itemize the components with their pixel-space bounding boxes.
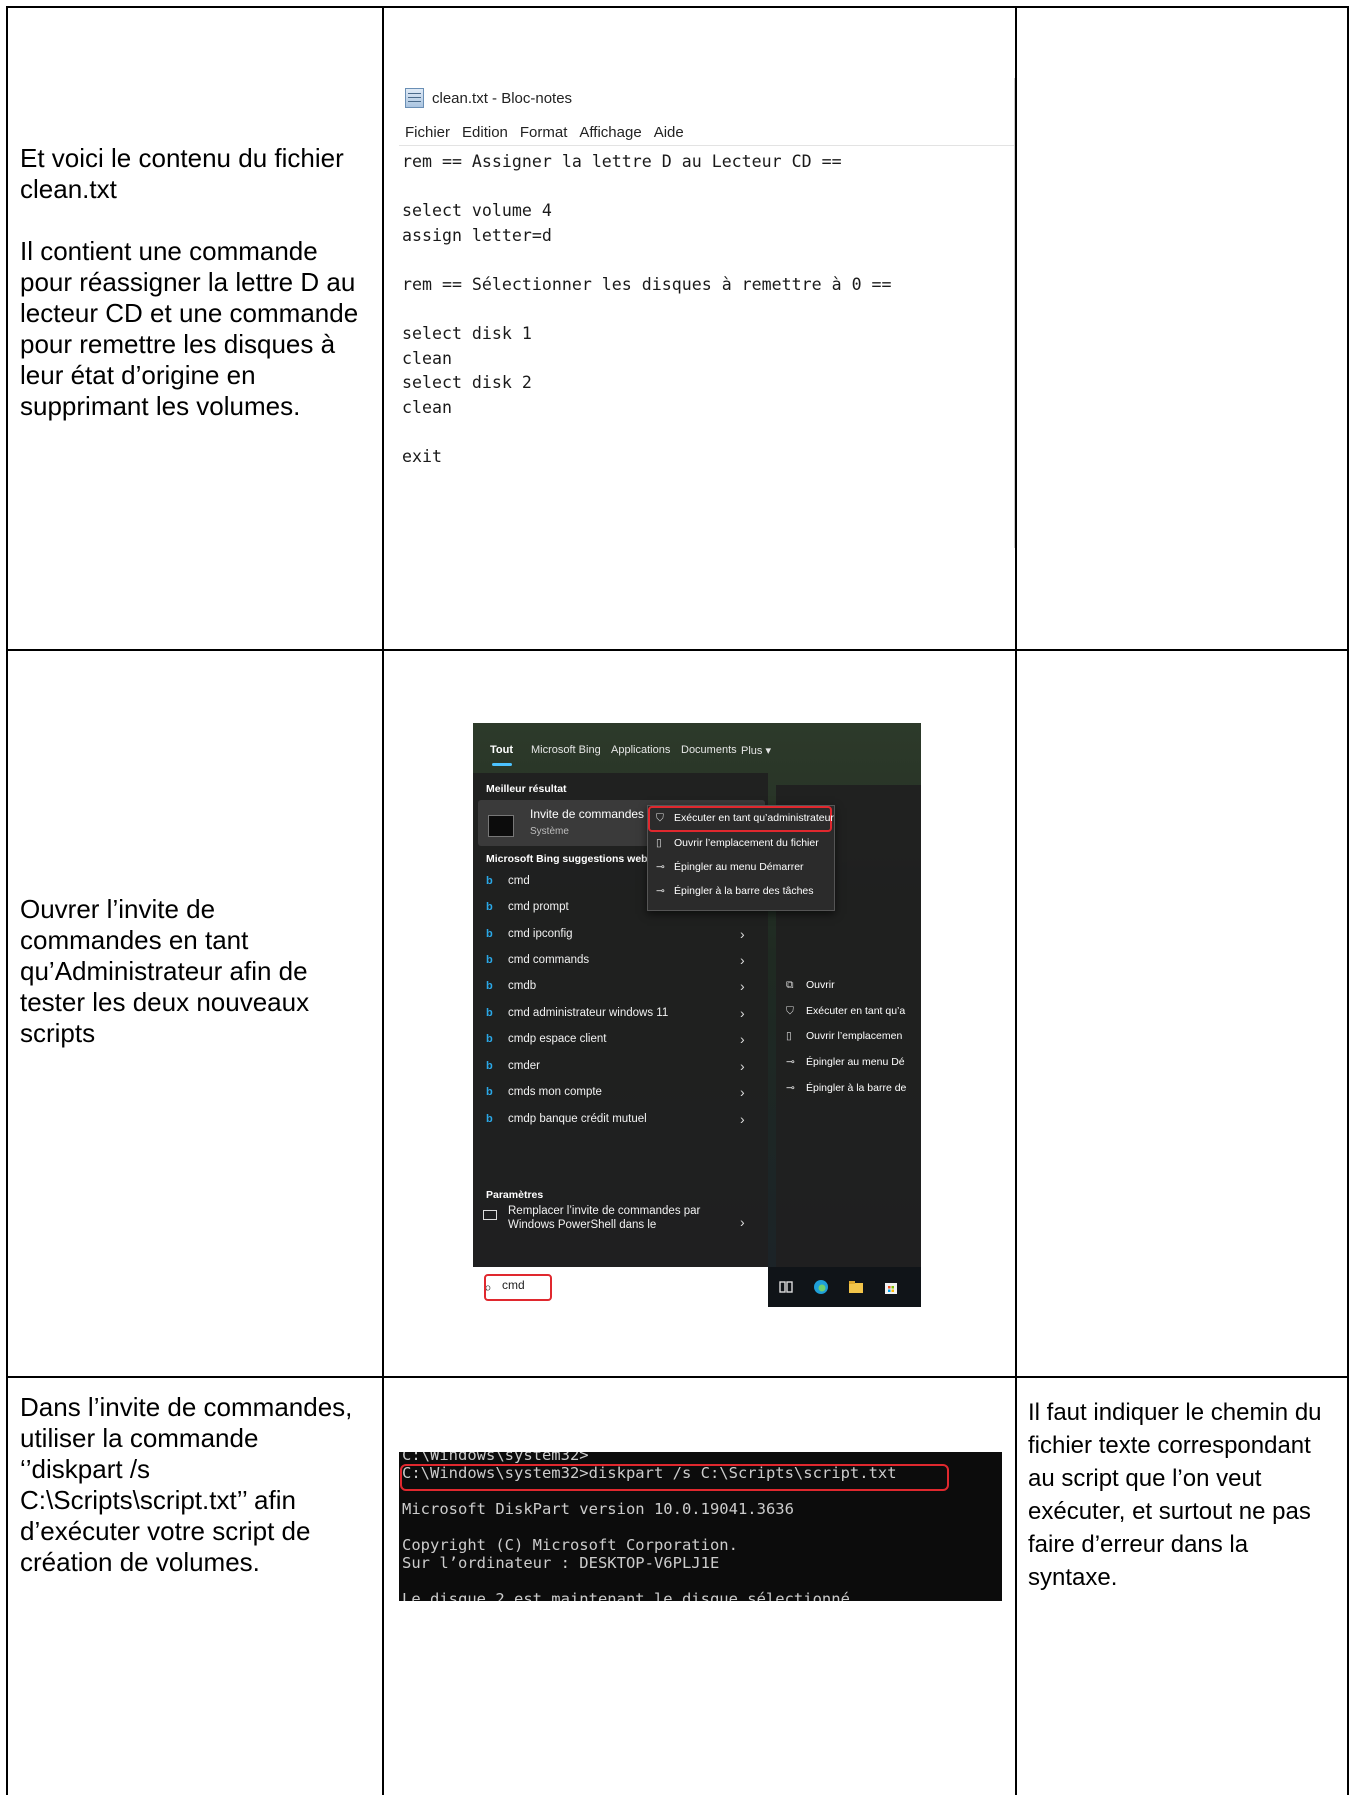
- cmd-app-icon: [488, 815, 514, 837]
- suggestion-item[interactable]: b cmdb ›: [473, 975, 768, 1001]
- notepad-titlebar: clean.txt - Bloc-notes: [405, 88, 572, 108]
- bing-icon: b: [486, 1060, 493, 1072]
- context-menu: ⛉ Exécuter en tant qu’administrateur ▯ Ouv…: [647, 805, 835, 911]
- settings-heading: Paramètres: [486, 1189, 544, 1201]
- bing-icon: b: [486, 901, 493, 913]
- details-open-location[interactable]: ▯ Ouvrir l’emplacemen: [786, 1030, 921, 1042]
- task-view-icon[interactable]: [778, 1279, 794, 1295]
- bing-icon: b: [486, 1086, 493, 1098]
- bing-icon: b: [486, 980, 493, 992]
- store-icon[interactable]: [883, 1279, 899, 1295]
- search-tabs: Tout Microsoft Bing Applications Documen…: [473, 723, 921, 773]
- row1-instruction-line2: Il contient une commande pour réassigner…: [20, 236, 359, 421]
- tab-microsoft-bing[interactable]: Microsoft Bing: [531, 744, 601, 756]
- folder-location-icon: ▯: [656, 837, 662, 849]
- suggestion-item[interactable]: b cmdp espace client ›: [473, 1028, 768, 1054]
- notepad-icon: [405, 88, 424, 108]
- cmd-window: C:\Windows\system32> C:\Windows\system32…: [399, 1452, 1002, 1601]
- taskbar: [768, 1267, 921, 1307]
- menu-fichier[interactable]: Fichier: [405, 124, 450, 141]
- best-match-heading: Meilleur résultat: [486, 783, 567, 795]
- row1-instruction: Et voici le contenu du fichier clean.txt…: [20, 143, 365, 422]
- ctx-run-as-admin[interactable]: ⛉ Exécuter en tant qu’administrateur: [656, 812, 834, 832]
- chevron-right-icon: ›: [740, 1005, 745, 1021]
- chevron-right-icon: ›: [740, 1031, 745, 1047]
- pin-icon: ⊸: [786, 1056, 795, 1068]
- bing-icon: b: [486, 954, 493, 966]
- settings-item[interactable]: Remplacer l’invite de commandes par Wind…: [473, 1204, 768, 1248]
- ctx-pin-taskbar[interactable]: ⊸ Épingler à la barre des tâches: [656, 885, 834, 905]
- tab-documents[interactable]: Documents: [681, 744, 737, 756]
- notepad-text-area[interactable]: rem == Assigner la lettre D au Lecteur C…: [402, 150, 892, 470]
- chevron-right-icon: ›: [740, 1084, 745, 1100]
- pin-icon: ⊸: [656, 885, 665, 897]
- suggestion-item[interactable]: b cmder ›: [473, 1055, 768, 1081]
- table-border-row1: [6, 649, 1349, 651]
- run-as-admin-icon: ⛉: [786, 1005, 794, 1017]
- search-box[interactable]: ⌕ cmd: [473, 1267, 768, 1307]
- chevron-right-icon: ›: [740, 1214, 745, 1230]
- menu-affichage[interactable]: Affichage: [579, 124, 641, 141]
- notepad-title: clean.txt - Bloc-notes: [432, 89, 573, 107]
- monitor-icon: [483, 1210, 497, 1220]
- details-open[interactable]: ⧉ Ouvrir: [786, 979, 921, 992]
- open-icon: ⧉: [786, 979, 794, 991]
- notepad-window: clean.txt - Bloc-notes Fichier Edition F…: [399, 80, 1014, 550]
- web-suggestions-heading: Microsoft Bing suggestions web: [486, 853, 648, 865]
- suggestion-item[interactable]: b cmdp banque crédit mutuel ›: [473, 1108, 768, 1134]
- details-pin-start[interactable]: ⊸ Épingler au menu Dé: [786, 1056, 921, 1068]
- notepad-menubar: Fichier Edition Format Affichage Aide: [405, 124, 684, 141]
- tab-applications[interactable]: Applications: [611, 744, 670, 756]
- start-menu-search: Tout Microsoft Bing Applications Documen…: [473, 723, 921, 1307]
- chevron-right-icon: ›: [740, 926, 745, 942]
- table-border-left: [6, 6, 8, 1795]
- row3-instruction: Dans l’invite de commandes, utiliser la …: [20, 1392, 353, 1577]
- ctx-pin-start[interactable]: ⊸ Épingler au menu Démarrer: [656, 861, 834, 881]
- bing-icon: b: [486, 928, 493, 940]
- table-border-row2: [6, 1376, 1349, 1378]
- chevron-right-icon: ›: [740, 1111, 745, 1127]
- notepad-right-edge: [1014, 78, 1015, 548]
- table-border-col1: [382, 6, 384, 1795]
- suggestion-item[interactable]: b cmd ipconfig ›: [473, 923, 768, 949]
- bing-icon: b: [486, 1007, 493, 1019]
- table-border-col2: [1015, 6, 1017, 1795]
- row1-instruction-line1: Et voici le contenu du fichier clean.txt: [20, 143, 344, 204]
- chevron-right-icon: ›: [740, 952, 745, 968]
- suggestion-item[interactable]: b cmds mon compte ›: [473, 1081, 768, 1107]
- tab-tout[interactable]: Tout: [490, 744, 513, 756]
- notepad-menu-separator: [399, 145, 1014, 146]
- pin-icon: ⊸: [656, 861, 665, 873]
- file-explorer-icon[interactable]: [848, 1279, 864, 1295]
- cmd-command-highlight: [400, 1464, 949, 1491]
- run-as-admin-icon: ⛉: [656, 812, 664, 824]
- suggestion-item[interactable]: b cmd commands ›: [473, 949, 768, 975]
- menu-format[interactable]: Format: [520, 124, 568, 141]
- best-match-subtitle: Système: [530, 826, 569, 837]
- folder-location-icon: ▯: [786, 1030, 792, 1042]
- ctx-open-location[interactable]: ▯ Ouvrir l’emplacement du fichier: [656, 837, 834, 857]
- tab-plus[interactable]: Plus ▾: [741, 744, 771, 757]
- bing-icon: b: [486, 1033, 493, 1045]
- details-run-as-admin[interactable]: ⛉ Exécuter en tant qu’a: [786, 1005, 921, 1018]
- menu-edition[interactable]: Edition: [462, 124, 508, 141]
- menu-aide[interactable]: Aide: [654, 124, 684, 141]
- bing-icon: b: [486, 1113, 493, 1125]
- bing-icon: b: [486, 875, 493, 887]
- pin-icon: ⊸: [786, 1082, 795, 1094]
- suggestion-item[interactable]: b cmd administrateur windows 11 ›: [473, 1002, 768, 1028]
- table-border-top: [6, 6, 1349, 8]
- chevron-right-icon: ›: [740, 978, 745, 994]
- active-tab-indicator: [492, 763, 512, 766]
- details-pin-taskbar[interactable]: ⊸ Épingler à la barre de: [786, 1082, 921, 1094]
- row2-instruction: Ouvrer l’invite de commandes en tant qu’…: [20, 894, 310, 1048]
- best-match-title: Invite de commandes: [530, 807, 645, 821]
- chevron-right-icon: ›: [740, 1058, 745, 1074]
- search-highlight: [484, 1274, 552, 1301]
- row3-note: Il faut indiquer le chemin du fichier te…: [1028, 1399, 1322, 1591]
- edge-icon[interactable]: [813, 1279, 829, 1295]
